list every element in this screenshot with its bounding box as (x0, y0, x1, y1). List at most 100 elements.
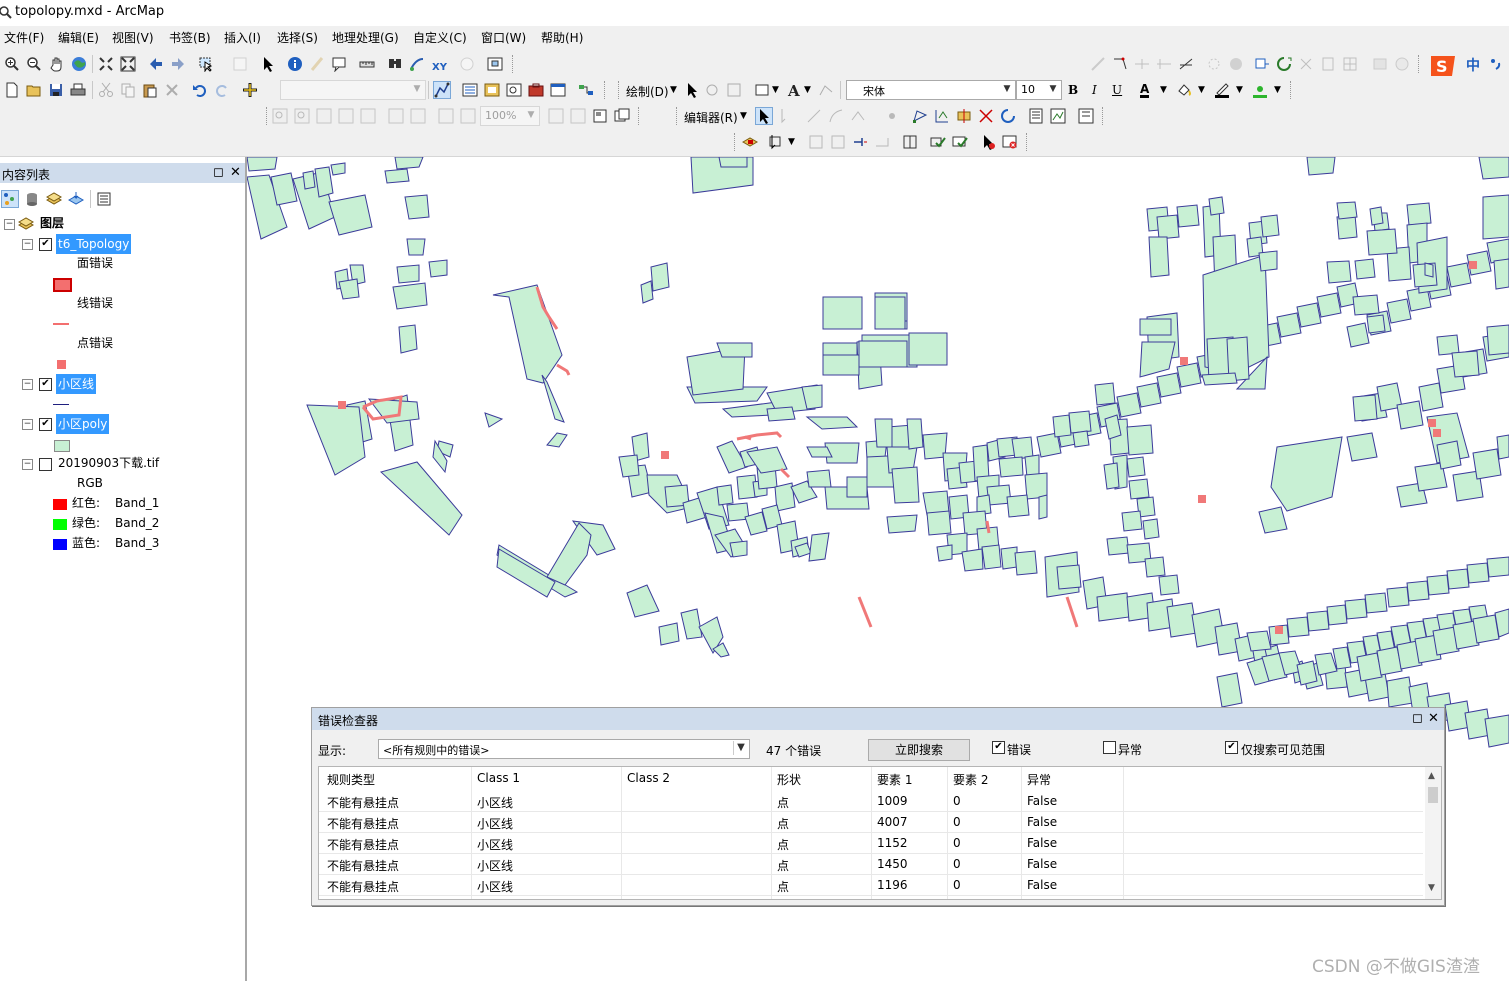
editor-menu-arrow-icon[interactable]: ▼ (740, 111, 747, 121)
font-size-combo[interactable]: 10 ▼ (1016, 80, 1062, 100)
extend-icon[interactable] (1156, 56, 1172, 72)
clip-icon[interactable] (1372, 56, 1388, 72)
select-features-icon[interactable] (198, 56, 214, 72)
list-by-drawing-order-icon[interactable] (1, 190, 19, 208)
smooth-icon[interactable] (1228, 56, 1244, 72)
scroll-thumb[interactable] (1428, 787, 1438, 803)
table-cell[interactable]: 1450 (877, 857, 908, 871)
print-icon[interactable] (70, 82, 86, 98)
fixed-zoom-in-icon[interactable] (98, 56, 114, 72)
rotate-tool-icon[interactable] (1000, 108, 1016, 124)
table-cell[interactable]: 点 (777, 857, 789, 874)
cut-icon[interactable] (98, 82, 114, 98)
list-by-selection-icon[interactable] (68, 191, 84, 207)
fill-color-dropdown-icon[interactable]: ▼ (1198, 85, 1205, 95)
zoom-whole-layout-icon[interactable] (338, 108, 354, 124)
menu-selection[interactable]: 选择(S) (277, 29, 318, 46)
catalog-icon[interactable] (484, 82, 500, 98)
layout-fixed-zoom-in-icon[interactable] (388, 108, 404, 124)
line-error-marker[interactable] (736, 431, 783, 441)
save-icon[interactable] (48, 82, 64, 98)
menu-edit[interactable]: 编辑(E) (58, 29, 99, 46)
edit-annotation-icon[interactable] (778, 108, 794, 124)
marker-color-icon[interactable] (1252, 82, 1268, 98)
line-layer-name[interactable]: 小区线 (56, 374, 97, 394)
sketch-properties-icon[interactable] (1050, 108, 1066, 124)
attributes-icon[interactable] (1028, 108, 1044, 124)
planarize-icon[interactable] (830, 134, 846, 150)
rotate-icon[interactable] (1254, 56, 1270, 72)
line-error-marker[interactable] (744, 435, 752, 441)
table-cell[interactable]: 点 (777, 836, 789, 853)
text-tool-icon[interactable]: A (786, 82, 802, 98)
trim-icon[interactable] (1178, 56, 1194, 72)
draw-menu-arrow-icon[interactable]: ▼ (670, 85, 677, 95)
ime-punct-icon[interactable] (1488, 56, 1504, 72)
ime-chinese-label[interactable]: 中 (1466, 55, 1480, 75)
raster-layer-checkbox[interactable] (39, 458, 52, 471)
table-cell[interactable]: False (1027, 878, 1057, 892)
table-cell[interactable]: 0 (953, 836, 961, 850)
point-error-marker[interactable] (1428, 419, 1436, 427)
layout-zoom-combo[interactable]: 100% ▼ (480, 106, 540, 126)
align-edge-icon[interactable] (852, 134, 868, 150)
table-cell[interactable]: 小区线 (477, 878, 513, 895)
cut-polygons-icon[interactable] (956, 108, 972, 124)
generalize-icon[interactable] (1206, 56, 1222, 72)
point-error-marker[interactable] (1198, 495, 1206, 503)
validate-extent-icon[interactable] (952, 134, 968, 150)
redo-icon[interactable] (214, 82, 230, 98)
column-header[interactable]: Class 2 (627, 771, 670, 785)
table-cell[interactable]: 0 (953, 857, 961, 871)
table-cell[interactable]: 0 (953, 878, 961, 892)
toc-close-icon[interactable]: ✕ (230, 165, 241, 180)
select-elements-draw-icon[interactable] (684, 82, 700, 98)
line-layer-checkbox[interactable]: ✔ (39, 378, 52, 391)
copy-icon[interactable] (120, 82, 136, 98)
fix-topology-error-icon[interactable] (980, 134, 996, 150)
split-tool-icon[interactable] (978, 108, 994, 124)
buffer-icon[interactable] (1394, 56, 1410, 72)
modify-edge-icon[interactable] (874, 134, 890, 150)
menu-customize[interactable]: 自定义(C) (413, 29, 467, 46)
menu-windows[interactable]: 窗口(W) (481, 29, 526, 46)
delete-icon[interactable] (164, 82, 180, 98)
point-error-marker[interactable] (661, 451, 669, 459)
table-cell[interactable]: 不能有悬挂点 (327, 857, 399, 874)
editor-toolbar-toggle-icon[interactable] (433, 81, 451, 99)
point-error-marker[interactable] (1433, 429, 1441, 437)
open-icon[interactable] (26, 82, 42, 98)
sogou-ime-icon[interactable]: S (1428, 53, 1458, 79)
column-header[interactable]: 异常 (1027, 771, 1051, 788)
visible-extent-checkbox[interactable]: ✔ (1225, 741, 1238, 754)
line-error-marker[interactable] (779, 467, 791, 479)
trace-icon[interactable] (1112, 56, 1128, 72)
edit-vertices-icon[interactable] (818, 82, 834, 98)
create-features-icon[interactable] (1078, 108, 1094, 124)
table-cell[interactable]: 小区线 (477, 794, 513, 811)
italic-button[interactable]: I (1092, 83, 1097, 97)
table-cell[interactable]: False (1027, 857, 1057, 871)
find-route-icon[interactable] (409, 56, 425, 72)
data-driven-pages-icon[interactable] (614, 108, 630, 124)
map-scale-combo[interactable]: ▼ (280, 80, 426, 100)
rotate-element-icon[interactable] (704, 82, 720, 98)
error-inspector-icon[interactable] (1002, 134, 1018, 150)
identify-icon[interactable] (287, 56, 303, 72)
text-dropdown-icon[interactable]: ▼ (804, 85, 811, 95)
select-elements-icon[interactable] (260, 56, 276, 72)
toc-options-icon[interactable] (96, 191, 112, 207)
forward-icon[interactable] (170, 56, 186, 72)
table-cell[interactable]: 4007 (877, 815, 908, 829)
overview-icon[interactable] (487, 56, 503, 72)
poly-layer-expander[interactable]: − (22, 419, 33, 430)
line-error-marker[interactable] (985, 520, 991, 534)
layers-root-expander[interactable]: − (4, 219, 15, 230)
layout-back-icon[interactable] (438, 108, 454, 124)
point-icon[interactable] (884, 108, 900, 124)
point-error-marker[interactable] (338, 401, 346, 409)
poly-layer-checkbox[interactable]: ✔ (39, 418, 52, 431)
validate-topology-icon[interactable] (930, 134, 946, 150)
zoom-out-icon[interactable] (26, 56, 42, 72)
line-error-marker[interactable] (857, 596, 873, 628)
